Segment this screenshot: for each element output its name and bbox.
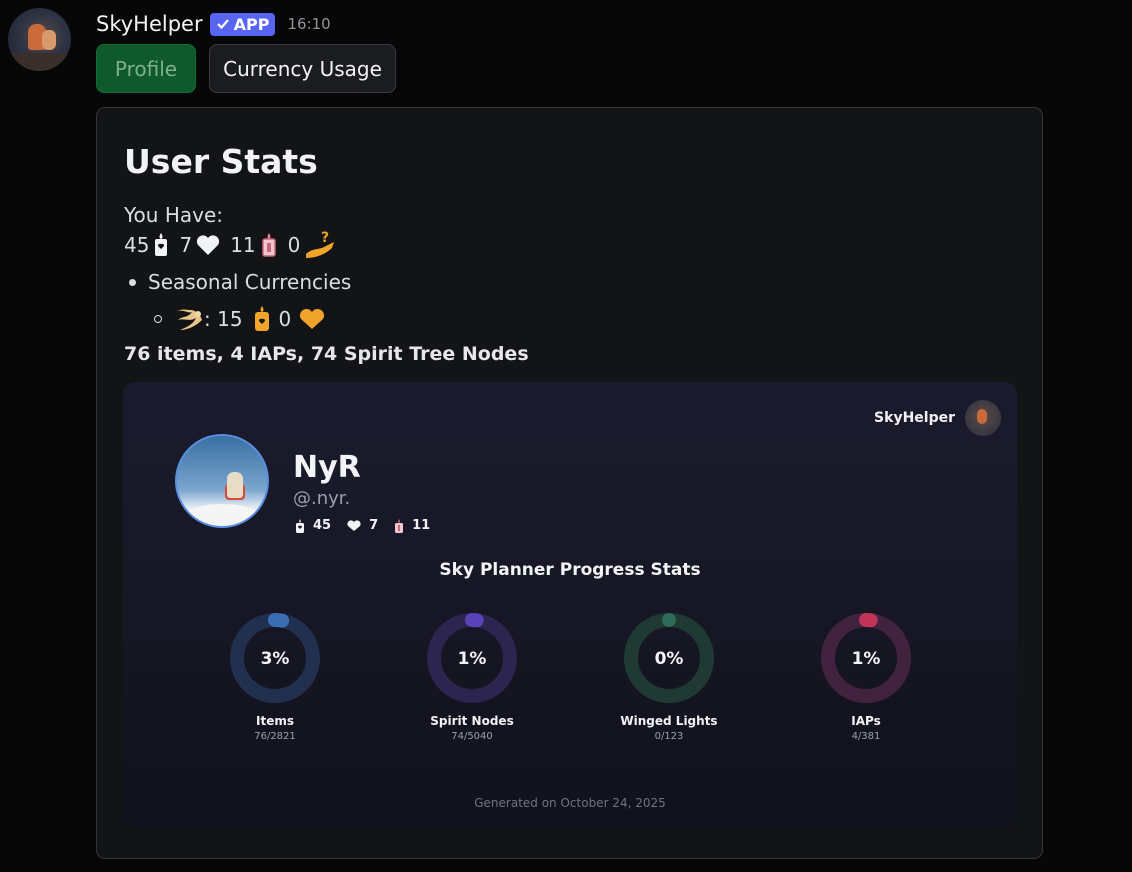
gauge-label: Items [256,714,294,728]
seasonal-currencies-item: Seasonal Currencies [129,270,351,294]
profile-name: NyR [293,450,361,485]
gauge-iaps: 1% IAPs 4/381 [786,610,946,742]
generated-date: Generated on October 24, 2025 [474,796,666,810]
embed-title: User Stats [124,142,318,181]
season-spirit-icon [174,306,204,332]
gauge-items: 3% Items 76/2821 [195,610,355,742]
currency-usage-button[interactable]: Currency Usage [209,44,396,93]
profile-image-card[interactable]: SkyHelper NyR @.nyr. 45 7 11 Sky Planner… [123,382,1017,828]
user-stats-embed: User Stats You Have: 45 7 11 0 ? Seasona… [96,107,1043,859]
gauge-winged-lights: 0% Winged Lights 0/123 [589,610,749,742]
gauge-ring: 1% [821,613,911,703]
gauge-ring: 0% [624,613,714,703]
gauge-label: Spirit Nodes [430,714,514,728]
mini-candles-value: 45 [313,518,332,533]
mini-ascended-value: 11 [412,518,431,533]
mini-ascended-candle-icon [394,518,404,533]
mini-hearts-value: 7 [369,518,379,533]
bullet-dot [129,278,136,286]
candle-icon [153,233,169,257]
gauge-count: 4/381 [851,731,881,742]
gauge-spirit-nodes: 1% Spirit Nodes 74/5040 [392,610,552,742]
progress-stats-title: Sky Planner Progress Stats [439,560,701,580]
gauge-count: 0/123 [654,731,684,742]
mini-heart-icon [347,519,361,532]
app-badge-label: APP [233,14,270,34]
gauge-percent: 3% [261,649,290,669]
username[interactable]: SkyHelper [96,12,203,36]
gift-value: 0 [287,233,301,257]
season-spirit-value: : 15 [204,307,243,331]
seasonal-heart-icon [299,308,325,330]
message-header: SkyHelper APP 16:10 [96,10,331,38]
gift-hand-icon: ? [304,230,336,260]
gauge-label: Winged Lights [620,714,718,728]
gauge-label: IAPs [851,714,881,728]
seasonal-currencies-label: Seasonal Currencies [148,270,352,294]
gauge-count: 76/2821 [254,731,296,742]
gauge-percent: 1% [852,649,881,669]
seasonal-currency-row: : 15 0 [154,306,325,332]
bot-avatar[interactable] [8,8,71,71]
ascended-candles-value: 11 [230,233,256,257]
seasonal-candle-icon [253,306,271,332]
summary-line: 76 items, 4 IAPs, 74 Spirit Tree Nodes [124,343,529,365]
gauge-ring: 3% [230,613,320,703]
ascended-candle-icon [260,233,278,257]
gauge-percent: 1% [458,649,487,669]
app-badge: APP [209,12,276,36]
brand-avatar [965,400,1001,436]
timestamp: 16:10 [287,15,331,33]
profile-button[interactable]: Profile [96,44,196,93]
mini-candle-icon [295,518,305,533]
check-icon [216,19,229,30]
profile-handle: @.nyr. [293,488,351,509]
bullet-ring [154,315,162,323]
hearts-value: 7 [179,233,193,257]
you-have-label: You Have: [124,203,224,227]
seasonal-candle-value: 0 [278,307,292,331]
gauge-count: 74/5040 [451,731,493,742]
heart-icon [196,234,220,256]
gauge-percent: 0% [655,649,684,669]
profile-currencies: 45 7 11 [295,518,446,533]
panel-brand: SkyHelper [874,410,955,426]
candles-value: 45 [124,233,150,257]
user-avatar [175,434,269,528]
gauge-ring: 1% [427,613,517,703]
currency-row: 45 7 11 0 ? [124,230,346,260]
svg-text:?: ? [321,230,329,246]
